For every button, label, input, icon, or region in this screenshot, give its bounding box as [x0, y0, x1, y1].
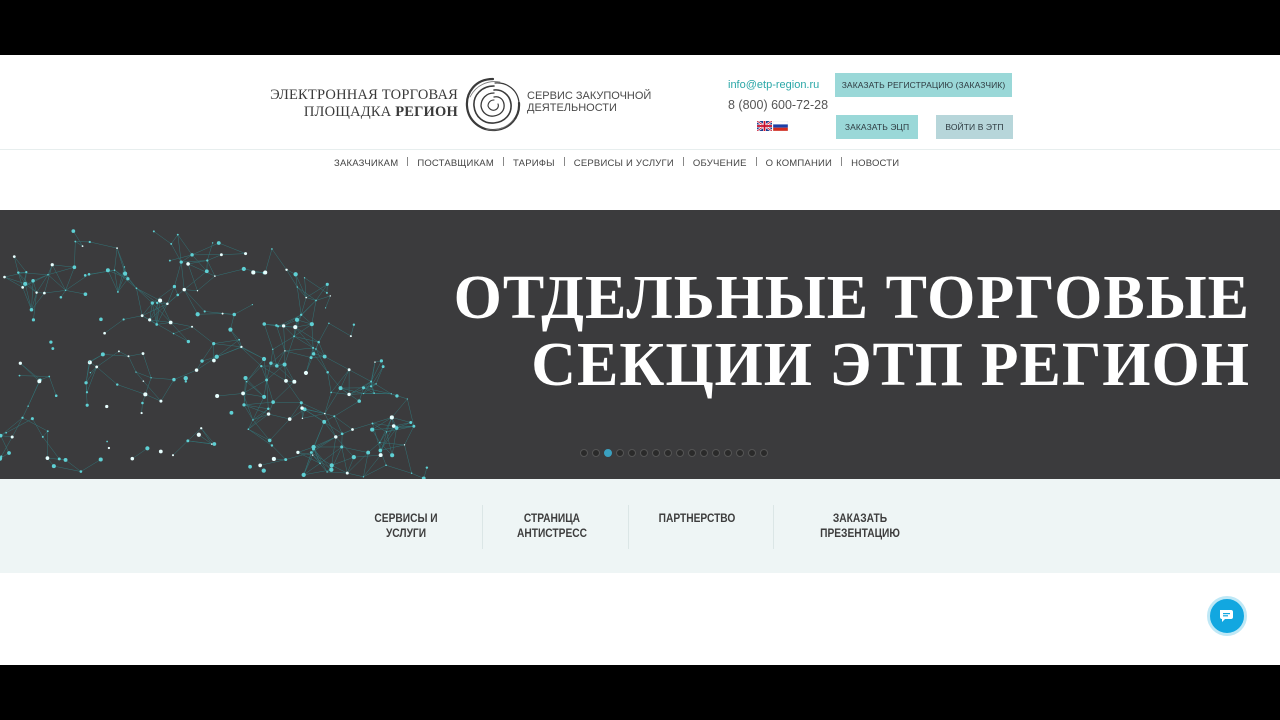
slider-dot[interactable]: [664, 449, 672, 457]
logo-service-line1: СЕРВИС ЗАКУПОЧНОЙ: [527, 90, 652, 102]
logo-title-line2: ПЛОЩАДКА РЕГИОН: [268, 104, 458, 121]
page: ЭЛЕКТРОННАЯ ТОРГОВАЯ ПЛОЩАДКА РЕГИОН СЕР…: [0, 55, 1280, 665]
slider-dot[interactable]: [748, 449, 756, 457]
logo-title-line1: ЭЛЕКТРОННАЯ ТОРГОВАЯ: [270, 87, 458, 103]
logo-swirl-icon[interactable]: [462, 75, 524, 135]
header-divider: [0, 149, 1280, 150]
logo-service-text: СЕРВИС ЗАКУПОЧНОЙ ДЕЯТЕЛЬНОСТИ: [527, 90, 651, 114]
order-registration-button[interactable]: ЗАКАЗАТЬ РЕГИСТРАЦИЮ (ЗАКАЗЧИК): [835, 73, 1012, 97]
hero-banner[interactable]: ОТДЕЛЬНЫЕ ТОРГОВЫЕ СЕКЦИИ ЭТП РЕГИОН: [0, 210, 1280, 480]
slider-dot[interactable]: [688, 449, 696, 457]
network-globe-image: [0, 229, 429, 480]
banner-headline-line1: ОТДЕЛЬНЫЕ ТОРГОВЫЕ: [453, 264, 1250, 332]
quick-link-separator: [628, 505, 629, 549]
quick-link-line: УСЛУГИ: [385, 526, 427, 540]
logo-title-plain: ПЛОЩАДКА: [303, 104, 396, 120]
slider-dot[interactable]: [712, 449, 720, 457]
nav-item-tariffs[interactable]: ТАРИФЫ: [504, 158, 564, 169]
nav-item-suppliers[interactable]: ПОСТАВЩИКАМ: [408, 158, 503, 169]
chat-widget-button[interactable]: [1207, 596, 1247, 636]
phone-number[interactable]: 8 (800) 600-72-28: [728, 98, 828, 112]
quick-link-line: АНТИСТРЕСС: [517, 526, 587, 540]
slider-pagination: [580, 449, 768, 457]
slider-dot[interactable]: [736, 449, 744, 457]
quick-link-antistress[interactable]: СТРАНИЦА АНТИСТРЕСС: [505, 511, 599, 541]
quick-link-line: СЕРВИСЫ И: [374, 511, 438, 525]
slider-dot[interactable]: [616, 449, 624, 457]
nav-item-customers[interactable]: ЗАКАЗЧИКАМ: [325, 158, 407, 169]
login-button[interactable]: ВОЙТИ В ЭТП: [936, 115, 1013, 139]
slider-dot[interactable]: [604, 449, 612, 457]
slider-dot[interactable]: [700, 449, 708, 457]
slider-dot[interactable]: [580, 449, 588, 457]
logo-title-bold: РЕГИОН: [395, 104, 458, 120]
nav-item-services[interactable]: СЕРВИСЫ И УСЛУГИ: [565, 158, 683, 169]
logo-service-line2: ДЕЯТЕЛЬНОСТИ: [527, 102, 617, 114]
slider-dot[interactable]: [760, 449, 768, 457]
quick-link-line: ПРЕЗЕНТАЦИЮ: [820, 526, 900, 540]
quick-links-bar: СЕРВИСЫ И УСЛУГИ СТРАНИЦА АНТИСТРЕСС ПАР…: [0, 479, 1280, 573]
email-link[interactable]: info@etp-region.ru: [728, 79, 819, 91]
quick-link-services[interactable]: СЕРВИСЫ И УСЛУГИ: [359, 511, 453, 541]
language-switcher: [757, 121, 788, 131]
quick-link-presentation[interactable]: ЗАКАЗАТЬ ПРЕЗЕНТАЦИЮ: [813, 511, 907, 541]
nav-item-about[interactable]: О КОМПАНИИ: [757, 158, 841, 169]
slider-dot[interactable]: [724, 449, 732, 457]
slider-dot[interactable]: [592, 449, 600, 457]
uk-flag-icon[interactable]: [757, 121, 772, 131]
quick-link-line: ПАРТНЕРСТВО: [658, 511, 736, 525]
quick-link-separator: [482, 505, 483, 549]
banner-headline-line2: СЕКЦИИ ЭТП РЕГИОН: [531, 331, 1250, 399]
slider-dot[interactable]: [676, 449, 684, 457]
ru-flag-icon[interactable]: [773, 121, 788, 131]
nav-item-news[interactable]: НОВОСТИ: [842, 158, 908, 169]
nav-item-training[interactable]: ОБУЧЕНИЕ: [684, 158, 756, 169]
chat-bubble-icon: [1220, 610, 1233, 622]
slider-dot[interactable]: [640, 449, 648, 457]
slider-dot[interactable]: [628, 449, 636, 457]
quick-link-line: СТРАНИЦА: [523, 511, 581, 525]
quick-link-partnership[interactable]: ПАРТНЕРСТВО: [650, 511, 744, 526]
order-ecp-button[interactable]: ЗАКАЗАТЬ ЭЦП: [836, 115, 918, 139]
quick-link-separator: [773, 505, 774, 549]
slider-dot[interactable]: [652, 449, 660, 457]
logo-title[interactable]: ЭЛЕКТРОННАЯ ТОРГОВАЯ ПЛОЩАДКА РЕГИОН: [268, 87, 458, 121]
main-nav: ЗАКАЗЧИКАМ ПОСТАВЩИКАМ ТАРИФЫ СЕРВИСЫ И …: [325, 156, 908, 169]
banner-headline: ОТДЕЛЬНЫЕ ТОРГОВЫЕ СЕКЦИИ ЭТП РЕГИОН: [410, 265, 1250, 399]
quick-link-line: ЗАКАЗАТЬ: [832, 511, 888, 525]
